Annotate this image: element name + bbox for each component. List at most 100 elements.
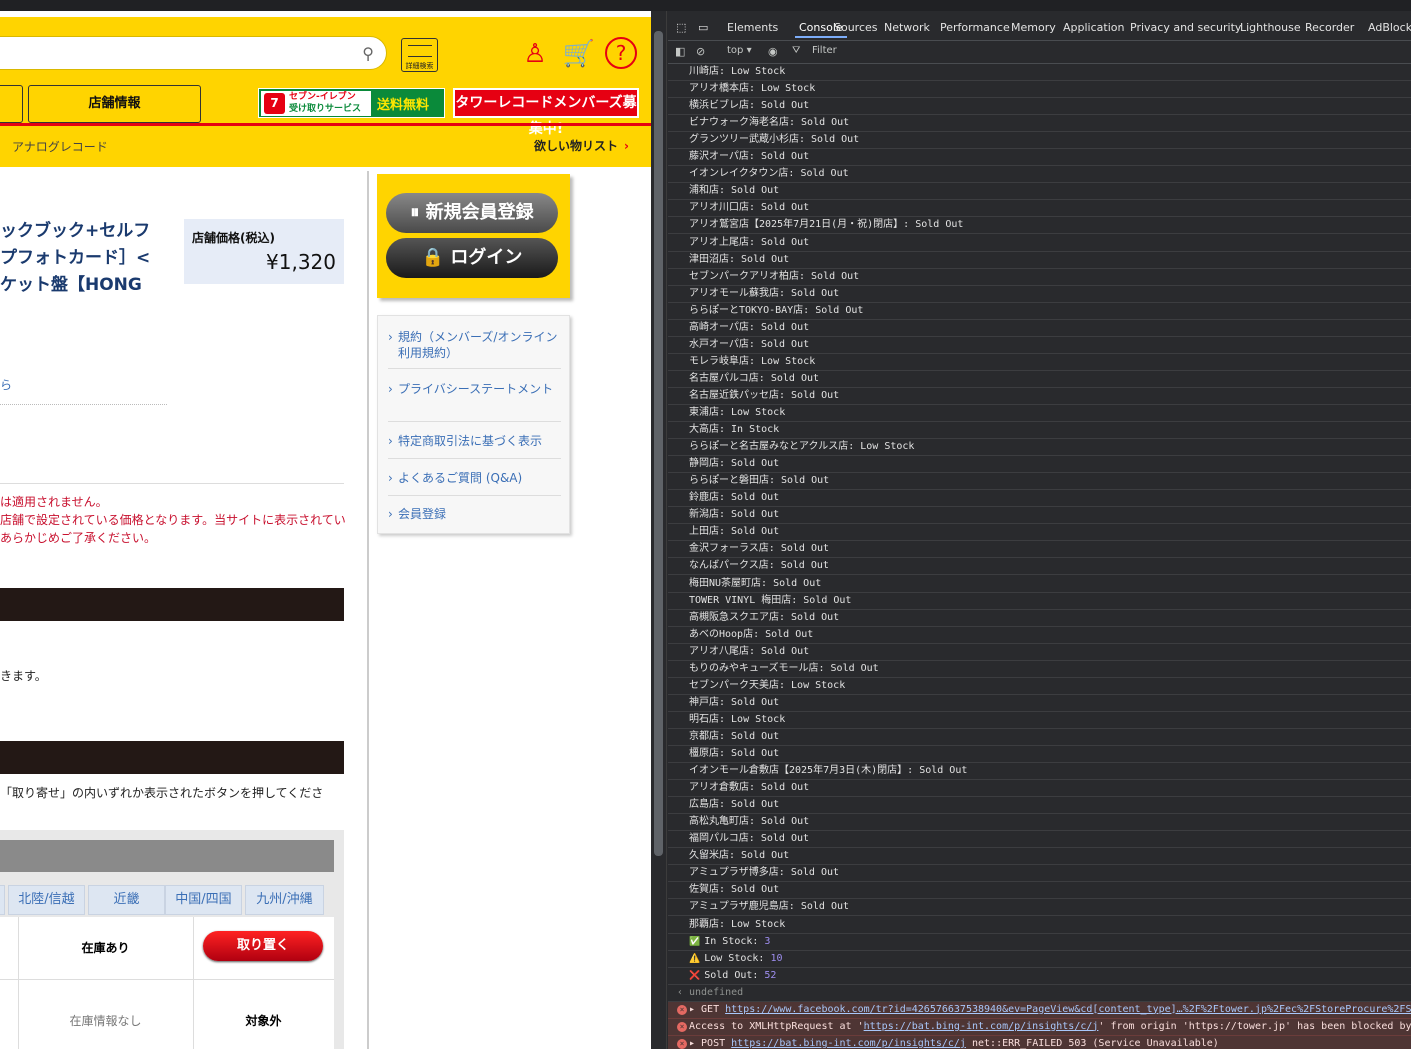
scrollbar-thumb[interactable] xyxy=(654,31,663,856)
console-log-row: 名古屋パルコ店: Sold Out xyxy=(668,371,1411,388)
link-commerce-law[interactable]: 特定商取引法に基づく表示 xyxy=(388,433,561,449)
link-privacy[interactable]: プライバシーステートメント xyxy=(388,381,561,397)
console-log-row: 横浜ビブレ店: Sold Out xyxy=(668,98,1411,116)
members-banner[interactable]: タワーレコードメンバーズ募集中! xyxy=(453,88,639,137)
console-toolbar: ◧ ⊘ top ▾ ◉ ⛛ Filter xyxy=(668,41,1411,64)
stock-panel-header xyxy=(0,840,334,872)
site-header: ⚲ 詳細検索 ♙ 🛒 ? 店舗情報 7 セブン-イレブン 受け取りサービス 送料… xyxy=(0,17,651,167)
seven-eleven-logo: 7 xyxy=(264,93,285,114)
devtools-panel: ⬚ ▭ Elements Console Sources Network Per… xyxy=(651,11,1411,1049)
link-register[interactable]: 会員登録 xyxy=(388,506,561,522)
console-return-value: ‹ undefined xyxy=(668,985,1411,1002)
console-log-row: 高松丸亀町店: Sold Out xyxy=(668,814,1411,832)
console-log-row: 大高店: In Stock xyxy=(668,422,1411,440)
console-log-row: 川崎店: Low Stock xyxy=(668,64,1411,81)
console-log-row: アリオ鷲宮店【2025年7月21日(月・祝)閉店】: Sold Out xyxy=(668,217,1411,235)
console-log-row: アミュプラザ博多店: Sold Out xyxy=(668,865,1411,883)
flag-icon: ⏸ xyxy=(410,202,426,223)
region-tab[interactable] xyxy=(0,885,5,915)
console-log-row: アリオ川口店: Sold Out xyxy=(668,200,1411,218)
tab-adblock[interactable]: AdBlock xyxy=(1368,21,1411,34)
stock-action-label: 対象外 xyxy=(245,1014,282,1028)
console-log-row: ららぽーとTOKYO-BAY店: Sold Out xyxy=(668,303,1411,320)
web-page: ⚲ 詳細検索 ♙ 🛒 ? 店舗情報 7 セブン-イレブン 受け取りサービス 送料… xyxy=(0,11,651,1049)
nav-store-info[interactable]: 店舗情報 xyxy=(28,85,201,123)
error-url-link[interactable]: https://bat.bing-int.com/p/insights/c/j xyxy=(864,1021,1099,1032)
price-box: 店舗価格(税込) ¥1,320 xyxy=(184,219,344,284)
console-log-row: 金沢フォーラス店: Sold Out xyxy=(668,541,1411,559)
console-log-row: もりのみやキューズモール店: Sold Out xyxy=(668,661,1411,678)
price-value: ¥1,320 xyxy=(266,250,336,274)
detail-search-button[interactable]: 詳細検索 xyxy=(401,38,438,72)
console-error-row[interactable]: × Access to XMLHttpRequest at 'https://ba… xyxy=(668,1018,1411,1036)
context-selector[interactable]: top ▾ xyxy=(727,45,752,56)
filter-input[interactable]: Filter xyxy=(812,45,837,56)
console-log-row: TOWER VINYL 梅田店: Sold Out xyxy=(668,593,1411,610)
section-header-bar xyxy=(0,741,344,774)
tab-network[interactable]: Network xyxy=(884,21,930,34)
seven-eleven-banner[interactable]: 7 セブン-イレブン 受け取りサービス 送料無料 xyxy=(258,88,445,118)
console-log-row: アリオ八尾店: Sold Out xyxy=(668,644,1411,661)
error-icon: × xyxy=(677,1038,687,1049)
console-log-row: ビナウォーク海老名店: Sold Out xyxy=(668,115,1411,133)
stock-table: 在庫あり 取り置く 在庫情報なし 対象外 xyxy=(0,917,334,1049)
console-log-row: 明石店: Low Stock xyxy=(668,712,1411,729)
console-log-row: あべのHoop店: Sold Out xyxy=(668,627,1411,644)
console-log-row: 神戸店: Sold Out xyxy=(668,695,1411,712)
sidebar-toggle-icon[interactable]: ◧ xyxy=(675,45,685,58)
console-error-row[interactable]: × ▸ POST https://bat.bing-int.com/p/insig… xyxy=(668,1035,1411,1049)
stock-status: 在庫あり xyxy=(81,941,130,955)
inspect-icon[interactable]: ⬚ xyxy=(676,21,686,34)
console-log-row: 福岡パルコ店: Sold Out xyxy=(668,831,1411,849)
clear-console-icon[interactable]: ⊘ xyxy=(696,45,705,58)
device-toggle-icon[interactable]: ▭ xyxy=(698,21,708,34)
console-log-row: モレラ岐阜店: Low Stock xyxy=(668,354,1411,371)
nav-button-prev[interactable] xyxy=(0,85,23,123)
login-button[interactable]: 🔒 ログイン xyxy=(386,238,558,278)
region-tab-kinki[interactable]: 近畿 xyxy=(88,885,165,915)
wishlist-link[interactable]: 欲しい物リスト › xyxy=(534,137,629,154)
tab-memory[interactable]: Memory xyxy=(1011,21,1056,34)
breadcrumb[interactable]: アナログレコード xyxy=(12,138,108,155)
link-faq[interactable]: よくあるご質問 (Q&A) xyxy=(388,470,561,486)
page-scrollbar[interactable] xyxy=(651,11,667,1049)
region-tab-kyushu[interactable]: 九州/沖縄 xyxy=(245,885,324,915)
tab-elements[interactable]: Elements xyxy=(727,21,778,34)
tab-performance[interactable]: Performance xyxy=(940,21,1010,34)
status-icon: ❌ xyxy=(689,970,701,981)
tab-privacy[interactable]: Privacy and security xyxy=(1130,21,1241,34)
console-log-row: 橿原店: Sold Out xyxy=(668,746,1411,763)
eye-icon[interactable]: ◉ xyxy=(768,45,778,58)
link-terms[interactable]: 規約（メンバーズ/オンライン利用規約） xyxy=(388,329,561,361)
console-log-row: 広島店: Sold Out xyxy=(668,797,1411,815)
tab-application[interactable]: Application xyxy=(1063,21,1124,34)
text-link[interactable]: ら xyxy=(0,376,12,393)
search-icon[interactable]: ⚲ xyxy=(362,44,374,63)
tab-recorder[interactable]: Recorder xyxy=(1305,21,1354,34)
console-log-row: アリオ上尾店: Sold Out xyxy=(668,235,1411,252)
help-icon[interactable]: ? xyxy=(605,37,637,69)
product-title: ックブック+セルフ プフォトカード］< ケット盤【HONG xyxy=(0,221,151,295)
browser-top-strip xyxy=(0,0,1411,11)
cart-icon[interactable]: 🛒 xyxy=(562,37,596,71)
return-arrow-icon: ‹ xyxy=(677,986,684,998)
console-log-row: イオンレイクタウン店: Sold Out xyxy=(668,166,1411,184)
console-log-row: 上田店: Sold Out xyxy=(668,524,1411,542)
error-url-link[interactable]: https://www.facebook.com/tr?id=426576637… xyxy=(725,1004,1411,1015)
console-error-row[interactable]: × ▸ GET https://www.facebook.com/tr?id=42… xyxy=(668,1001,1411,1019)
tab-sources[interactable]: Sources xyxy=(834,21,878,34)
region-tab-chugoku[interactable]: 中国/四国 xyxy=(165,885,242,915)
user-icon[interactable]: ♙ xyxy=(518,37,552,71)
stock-status: 在庫情報なし xyxy=(69,1014,142,1028)
search-input[interactable]: ⚲ xyxy=(0,36,387,70)
devtools-tabbar: ⬚ ▭ Elements Console Sources Network Per… xyxy=(668,11,1411,41)
error-url-link[interactable]: https://bat.bing-int.com/p/insights/c/j xyxy=(731,1038,966,1049)
console-log-row: 鈴鹿店: Sold Out xyxy=(668,490,1411,508)
tab-lighthouse[interactable]: Lighthouse xyxy=(1240,21,1301,34)
register-button[interactable]: ⏸ 新規会員登録 xyxy=(386,193,558,233)
console-log-row: なんばパークス店: Sold Out xyxy=(668,558,1411,576)
region-tab-hokuriku[interactable]: 北陸/信越 xyxy=(8,885,85,915)
hold-button[interactable]: 取り置く xyxy=(203,931,323,961)
console-log-row: アミュプラザ鹿児島店: Sold Out xyxy=(668,899,1411,917)
error-icon: × xyxy=(677,1021,687,1032)
